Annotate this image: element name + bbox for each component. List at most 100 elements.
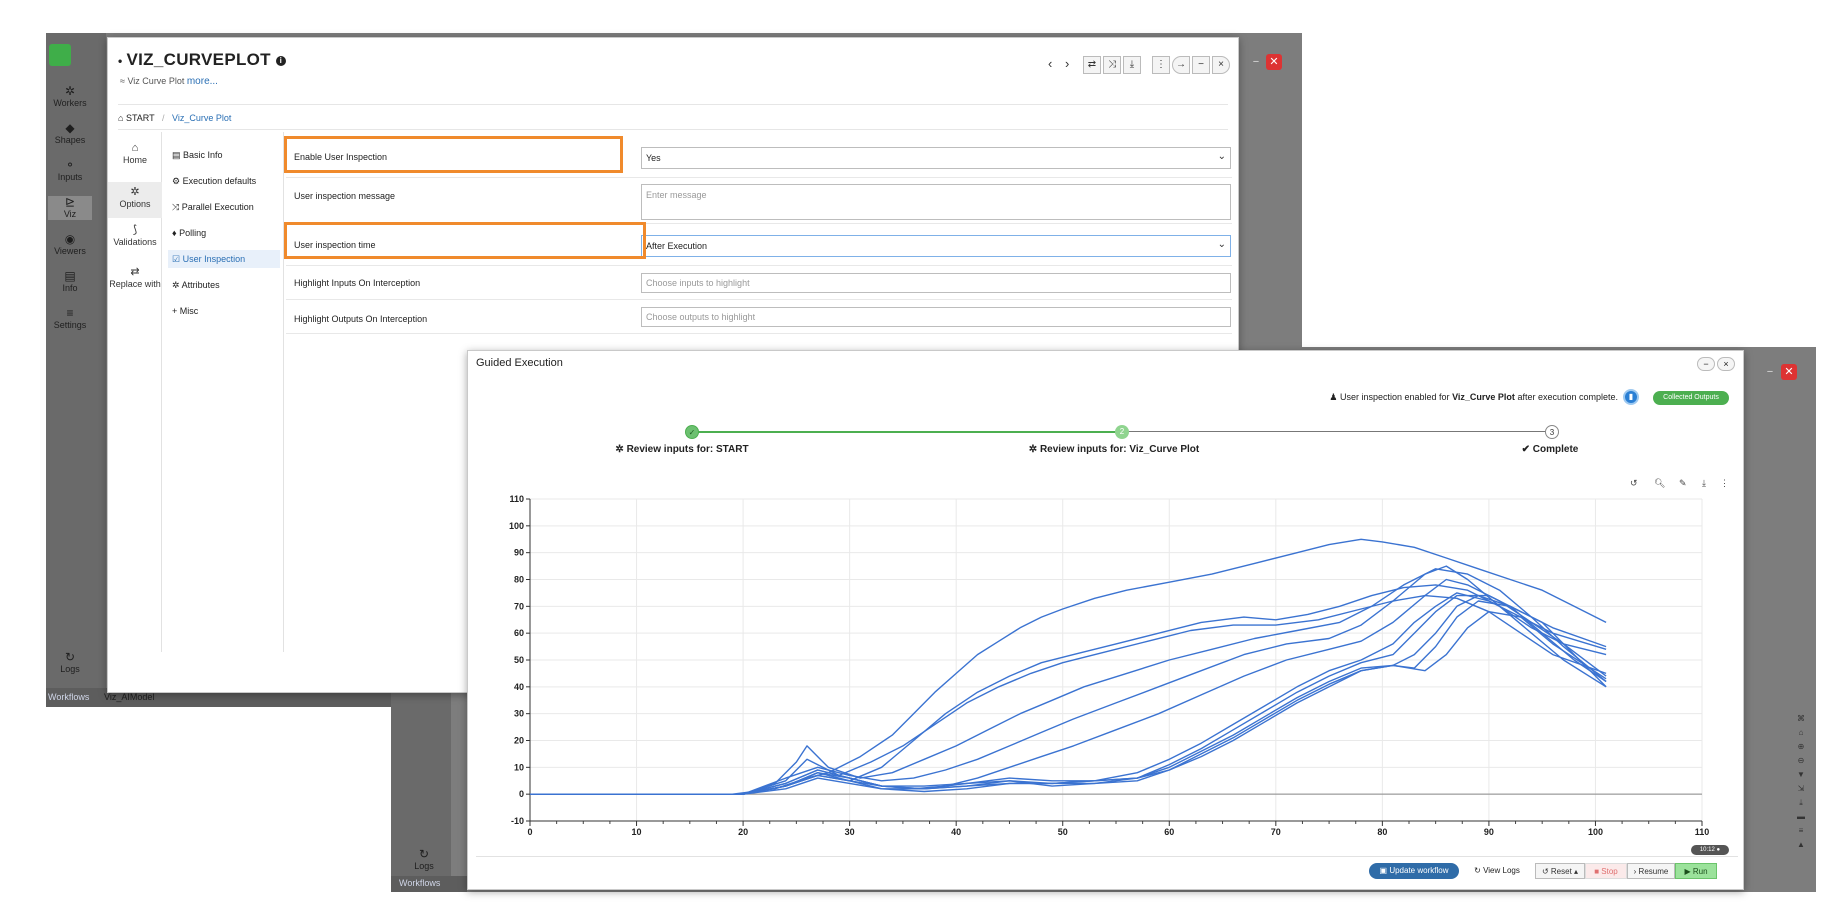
section-column: ▤ Basic Info ⚙ Execution defaults ⤨ Para… [164, 132, 284, 652]
run-button[interactable]: ▶ Run [1675, 863, 1717, 879]
section-polling[interactable]: ♦ Polling [168, 224, 280, 242]
minimize-button[interactable]: − [1192, 56, 1210, 74]
bg2-minimize-button[interactable]: − [1762, 364, 1778, 380]
tab-replace-with[interactable]: ⇄ Replace with [108, 266, 162, 300]
wand-icon: ⟆ [132, 224, 138, 236]
y-tick-label: 70 [514, 601, 524, 611]
logs-item-2[interactable]: ↻ Logs [402, 848, 446, 872]
workflows-tab[interactable]: Workflows [48, 692, 89, 702]
close-button[interactable]: × [1717, 357, 1735, 371]
info-icon[interactable]: i [275, 55, 286, 66]
resume-button[interactable]: › Resume [1627, 863, 1675, 879]
y-tick-label: 30 [514, 709, 524, 719]
inspection-message-input[interactable]: Enter message [641, 184, 1231, 220]
tab-validations[interactable]: ⟆ Validations [108, 224, 162, 258]
gear-icon: ✲ [615, 444, 624, 455]
curve-series-11 [530, 611, 1607, 795]
curve-series-9 [530, 594, 1607, 795]
download-button[interactable]: ⤓ [1123, 56, 1141, 74]
more-vert-button[interactable]: ⋮ [1152, 56, 1170, 74]
home-icon: ⌂ [118, 113, 124, 123]
zoom-icon[interactable]: 🔍︎ [1654, 478, 1665, 489]
logs-item[interactable]: ↻ Logs [48, 651, 92, 675]
sidebar-item-info[interactable]: ▤Info [48, 270, 92, 294]
enable-inspection-select[interactable]: Yes ⌄ [641, 147, 1231, 169]
expand-button[interactable]: → [1172, 56, 1190, 74]
side-tool-icon[interactable]: ▼ [1794, 770, 1808, 779]
stepper-line-done [692, 431, 1122, 433]
next-arrow-icon[interactable]: › [1065, 56, 1069, 71]
side-tool-icon[interactable]: ⊕ [1794, 742, 1808, 751]
swap-icon: ⇄ [130, 266, 140, 278]
reset-button[interactable]: ↺ Reset ▴ [1535, 863, 1585, 879]
x-tick-label: 40 [951, 827, 961, 837]
breadcrumb-current[interactable]: Viz_Curve Plot [172, 113, 231, 123]
pan-icon[interactable]: ✎ [1679, 478, 1687, 489]
step-3-dot[interactable]: 3 [1545, 425, 1559, 439]
sidebar-item-settings[interactable]: ≡Settings [48, 307, 92, 331]
bg-close-button[interactable]: ✕ [1266, 54, 1282, 70]
gear-icon: ✲ [1028, 444, 1038, 455]
sidebar-item-shapes[interactable]: ◆Shapes [48, 122, 92, 146]
x-tick-label: 10 [632, 827, 642, 837]
side-tool-icon[interactable]: ▬ [1794, 812, 1808, 821]
side-tool-icon[interactable]: ≡ [1794, 826, 1808, 835]
section-basic-info[interactable]: ▤ Basic Info [168, 146, 280, 164]
section-misc[interactable]: + Misc [168, 302, 280, 320]
tab-home[interactable]: ⌂ Home [108, 142, 162, 176]
side-tool-icon[interactable]: ▲ [1794, 840, 1808, 849]
y-tick-label: 80 [514, 575, 524, 585]
view-logs-button[interactable]: ↻ View Logs [1471, 863, 1523, 879]
close-button[interactable]: × [1212, 56, 1230, 74]
highlight-outputs-select[interactable]: Choose outputs to highlight [641, 307, 1231, 327]
update-workflow-button[interactable]: ▣ Update workflow [1369, 863, 1459, 879]
swap-button[interactable]: ⇄ [1083, 56, 1101, 74]
more-vert-icon[interactable]: ⋮ [1720, 478, 1729, 489]
x-tick-label: 110 [1695, 827, 1710, 837]
id-card-icon: ▤ [172, 150, 181, 160]
x-tick-label: 50 [1058, 827, 1068, 837]
chart-view-icon[interactable]: ▮ [1623, 389, 1639, 405]
sidebar-item-viewers[interactable]: ◉Viewers [48, 233, 92, 257]
minimize-button[interactable]: − [1697, 357, 1715, 371]
side-tool-icon[interactable]: ⤓ [1794, 798, 1808, 808]
section-attributes[interactable]: ✲ Attributes [168, 276, 280, 294]
home-icon: ⌂ [131, 142, 139, 154]
side-tool-icon[interactable]: ⇲ [1794, 784, 1808, 793]
shuffle-button[interactable]: ⤨ [1103, 56, 1121, 74]
highlight-inputs-select[interactable]: Choose inputs to highlight [641, 273, 1231, 293]
section-user-inspection[interactable]: ☑ User Inspection [168, 250, 280, 268]
y-tick-label: 20 [514, 736, 524, 746]
collected-outputs-button[interactable]: Collected Outputs [1653, 391, 1729, 405]
side-tool-icon[interactable]: ⌘ [1794, 714, 1808, 723]
resume-icon: › [1633, 867, 1637, 876]
reset-zoom-icon[interactable]: ↺ [1630, 478, 1638, 489]
download-icon[interactable]: ⤓ [1702, 478, 1706, 489]
timer-badge: 10:12 ● [1691, 845, 1729, 855]
bg2-close-button[interactable]: ✕ [1781, 364, 1797, 380]
play-icon: ▶ [1684, 867, 1691, 876]
breadcrumb-root[interactable]: START [126, 113, 155, 123]
tab-options[interactable]: ✲ Options [108, 182, 162, 218]
stop-button[interactable]: ■ Stop [1585, 863, 1627, 879]
tab-column: ⌂ Home ✲ Options ⟆ Validations ⇄ Replace wit… [108, 132, 162, 652]
curve-series-1 [530, 538, 1607, 795]
sidebar-item-viz[interactable]: ⊵Viz [48, 196, 92, 220]
curve-series-2 [530, 584, 1607, 795]
step-2-dot[interactable]: 2 [1115, 425, 1129, 439]
model-tab[interactable]: Viz_AIModel [104, 692, 154, 702]
side-tool-icon[interactable]: ⌂ [1794, 728, 1808, 737]
prev-arrow-icon[interactable]: ‹ [1048, 56, 1052, 71]
step-1-dot[interactable]: ✓ [685, 425, 699, 439]
section-execution-defaults[interactable]: ⚙ Execution defaults [168, 172, 280, 190]
inspection-time-select[interactable]: After Execution ⌄ [641, 235, 1231, 257]
side-tool-icon[interactable]: ⊖ [1794, 756, 1808, 765]
workflows-tab-2[interactable]: Workflows [399, 878, 440, 888]
sidebar-item-inputs[interactable]: ⚬Inputs [48, 159, 92, 183]
highlight-box-time [284, 222, 646, 259]
eye-icon: ◉ [64, 232, 76, 246]
more-link[interactable]: more... [187, 76, 218, 87]
bg-minimize-button[interactable]: − [1248, 54, 1264, 70]
section-parallel-execution[interactable]: ⤨ Parallel Execution [168, 198, 280, 216]
sidebar-item-workers[interactable]: ✲Workers [48, 85, 92, 109]
